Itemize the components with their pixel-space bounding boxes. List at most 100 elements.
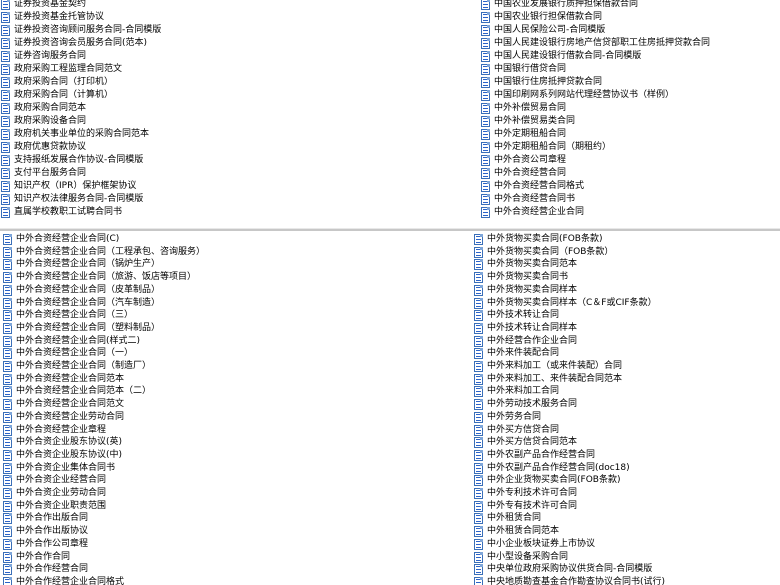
word-document-icon [474, 259, 483, 271]
word-document-icon [481, 51, 490, 62]
word-document-icon [474, 361, 483, 372]
file-item-label: 中外定期租船合同（期租约） [494, 142, 612, 152]
file-item-label: 中国银行住房抵押贷款合同 [494, 77, 603, 87]
word-document-icon [3, 297, 12, 309]
file-list-pane-bottom[interactable]: 中外合资经营企业合同(C) 中外合资经营企业合同（工程承包、咨询服务） 中外合资经营… [0, 231, 780, 585]
file-item-label: 中国印刷网系列网站代理经营协议书（样例） [494, 90, 675, 100]
word-document-icon [474, 475, 483, 487]
file-item-label: 中国农业银行担保借款合同 [494, 12, 603, 22]
file-item-label: 支持报纸发展合作协议-合同模版 [14, 155, 144, 165]
file-item-label: 中外农副产品合作经营合同(doc18) [487, 462, 630, 473]
file-item-label: 中外合资经营合同格式 [494, 181, 585, 191]
word-document-icon [3, 500, 12, 512]
file-item-label: 政府采购合同（打印机） [14, 77, 114, 87]
file-item-label: 中外合资经营企业合同（皮革制品） [16, 284, 161, 295]
word-document-icon [3, 449, 12, 461]
word-document-icon [3, 310, 12, 322]
word-document-icon [481, 181, 490, 192]
file-item-label: 证券投资咨询会员服务合同(范本) [14, 38, 148, 48]
file-item-label: 直属学校教职工试聘合同书 [14, 207, 123, 217]
file-item-label: 中外合资经营企业章程 [16, 424, 107, 435]
file-item-label: 中外来料加工、来件装配合同范本 [487, 373, 623, 384]
word-document-icon [3, 259, 12, 271]
file-item-label: 知识产权（IPR）保护框架协议 [14, 181, 137, 191]
file-item-label: 中外合资经营企业合同（工程承包、咨询服务） [16, 246, 206, 257]
file-item-label: 中外补偿贸易类合同 [494, 116, 576, 126]
word-document-icon [1, 194, 10, 205]
file-item-label: 证券投资基金契约 [14, 0, 87, 9]
file-item-label: 中外货物买卖合同书 [487, 272, 569, 283]
file-item-label: 中外货物买卖合同样本（C＆F或CIF条款） [487, 297, 657, 308]
word-document-icon [474, 335, 483, 347]
word-document-icon [481, 64, 490, 75]
file-item-label: 证券投资咨询顾问服务合同-合同模版 [14, 25, 162, 35]
file-item-label: 中外合资企业职责范围 [16, 500, 107, 511]
file-item-label: 中外劳动技术服务合同 [487, 399, 578, 410]
word-document-icon [3, 475, 12, 487]
file-item-label: 中外合资经营合同书 [494, 194, 576, 204]
word-document-icon [3, 272, 12, 284]
word-document-icon [481, 25, 490, 36]
word-document-icon [1, 38, 10, 49]
word-document-icon [481, 168, 490, 179]
word-document-icon [474, 411, 483, 423]
file-item-label: 中外合作公司章程 [16, 538, 89, 549]
word-document-icon [481, 90, 490, 101]
file-item-label: 中外技术转让合同样本 [487, 322, 578, 333]
file-item-label: 中外合作出版协议 [16, 526, 89, 537]
word-document-icon [3, 411, 12, 423]
file-item-label: 中外补偿贸易合同 [494, 103, 567, 113]
word-document-icon [3, 462, 12, 474]
word-document-icon [1, 181, 10, 192]
file-item-label: 中小型设备采购合同 [487, 551, 569, 562]
word-document-icon [474, 500, 483, 512]
file-item-label: 中外合资公司章程 [494, 155, 567, 165]
word-document-icon [474, 538, 483, 550]
word-document-icon [481, 194, 490, 205]
file-item-label: 中外企业货物买卖合同(FOB条款) [487, 475, 621, 486]
word-document-icon [474, 284, 483, 296]
word-document-icon [481, 129, 490, 140]
file-item-label: 中外合资经营企业合同（一） [16, 348, 134, 359]
word-document-icon [1, 168, 10, 179]
file-item-label: 证券投资基金托管协议 [14, 12, 105, 22]
word-document-icon [1, 51, 10, 62]
file-item-label: 中外买方信贷合同范本 [487, 437, 578, 448]
file-item-label: 中外合资经营企业合同 [494, 207, 585, 217]
word-document-icon [481, 12, 490, 23]
word-document-icon [3, 284, 12, 296]
file-item-label: 中外合资经营企业劳动合同 [16, 411, 125, 422]
file-item-label: 支付平台服务合同 [14, 168, 87, 178]
word-document-icon [474, 513, 483, 525]
word-document-icon [3, 246, 12, 258]
file-list-pane-top[interactable]: 证券投资基金契约证券投资基金托管协议证券投资咨询顾问服务合同-合同模版 证券投资咨… [0, 0, 780, 228]
word-document-icon [3, 564, 12, 576]
file-item-label: 政府优惠贷款协议 [14, 142, 87, 152]
word-document-icon [481, 77, 490, 88]
word-document-icon [474, 234, 483, 245]
file-item-label: 中外合作经营合同 [16, 564, 89, 575]
file-item-label: 政府采购设备合同 [14, 116, 87, 126]
file-item-label: 中外合资经营合同 [494, 168, 567, 178]
file-item-label: 中外合资经营企业合同范文 [16, 399, 125, 410]
file-item-label: 中外合作经营企业合同格式 [16, 576, 125, 585]
file-item-label: 中外合资经营企业合同范本（二） [16, 386, 152, 397]
word-document-icon [1, 90, 10, 101]
file-item-label: 中外合资经营企业合同（锅炉生产） [16, 259, 161, 270]
word-document-icon [474, 437, 483, 449]
word-document-icon [474, 564, 483, 576]
file-item-label: 中外农副产品合作经营合同 [487, 449, 596, 460]
word-document-icon [474, 373, 483, 385]
file-item-label: 中外合资经营企业合同范本 [16, 373, 125, 384]
file-item-label: 中外货物买卖合同(FOB条款) [487, 234, 603, 244]
file-item-label: 中外合资企业经营合同 [16, 475, 107, 486]
file-item-label: 中小企业板块证券上市协议 [487, 538, 596, 549]
word-document-icon [3, 399, 12, 411]
file-item-label: 中外合资经营企业合同（汽车制造） [16, 297, 161, 308]
word-document-icon [474, 310, 483, 322]
file-item-label: 中央地质勘查基金合作勘查协议合同书(试行) [487, 576, 666, 585]
word-document-icon [1, 103, 10, 114]
file-item-label: 政府采购合同（计算机） [14, 90, 114, 100]
word-document-icon [1, 207, 10, 218]
file-item-label: 中外技术转让合同 [487, 310, 560, 321]
